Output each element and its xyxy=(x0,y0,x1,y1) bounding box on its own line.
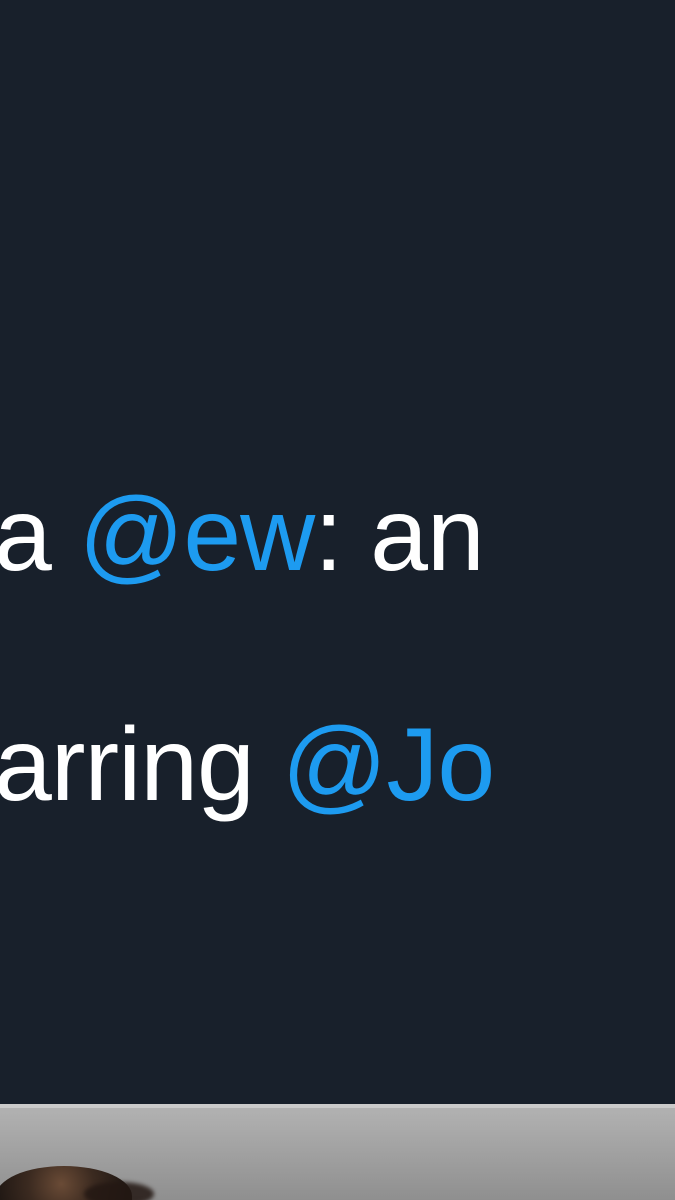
tweet-text-before-mention-1: a xyxy=(0,477,52,593)
mention-link-ew[interactable]: @ew xyxy=(79,477,316,593)
mention-link-jo[interactable]: @Jo xyxy=(282,707,495,823)
photo-subject-shadow xyxy=(84,1182,154,1200)
tweet-text-before-mention-2: arring xyxy=(0,707,255,823)
media-preview[interactable] xyxy=(0,1104,675,1200)
tweet-line-1: a @ew: an xyxy=(0,420,485,650)
tweet-screen: a @ew: an arring @Jo xyxy=(0,0,675,1200)
tweet-text: a @ew: an arring @Jo xyxy=(0,420,675,840)
media-preview-highlight xyxy=(0,1104,675,1108)
tweet-line-2: arring @Jo xyxy=(0,650,495,840)
tweet-text-after-mention-1: : an xyxy=(314,477,484,593)
